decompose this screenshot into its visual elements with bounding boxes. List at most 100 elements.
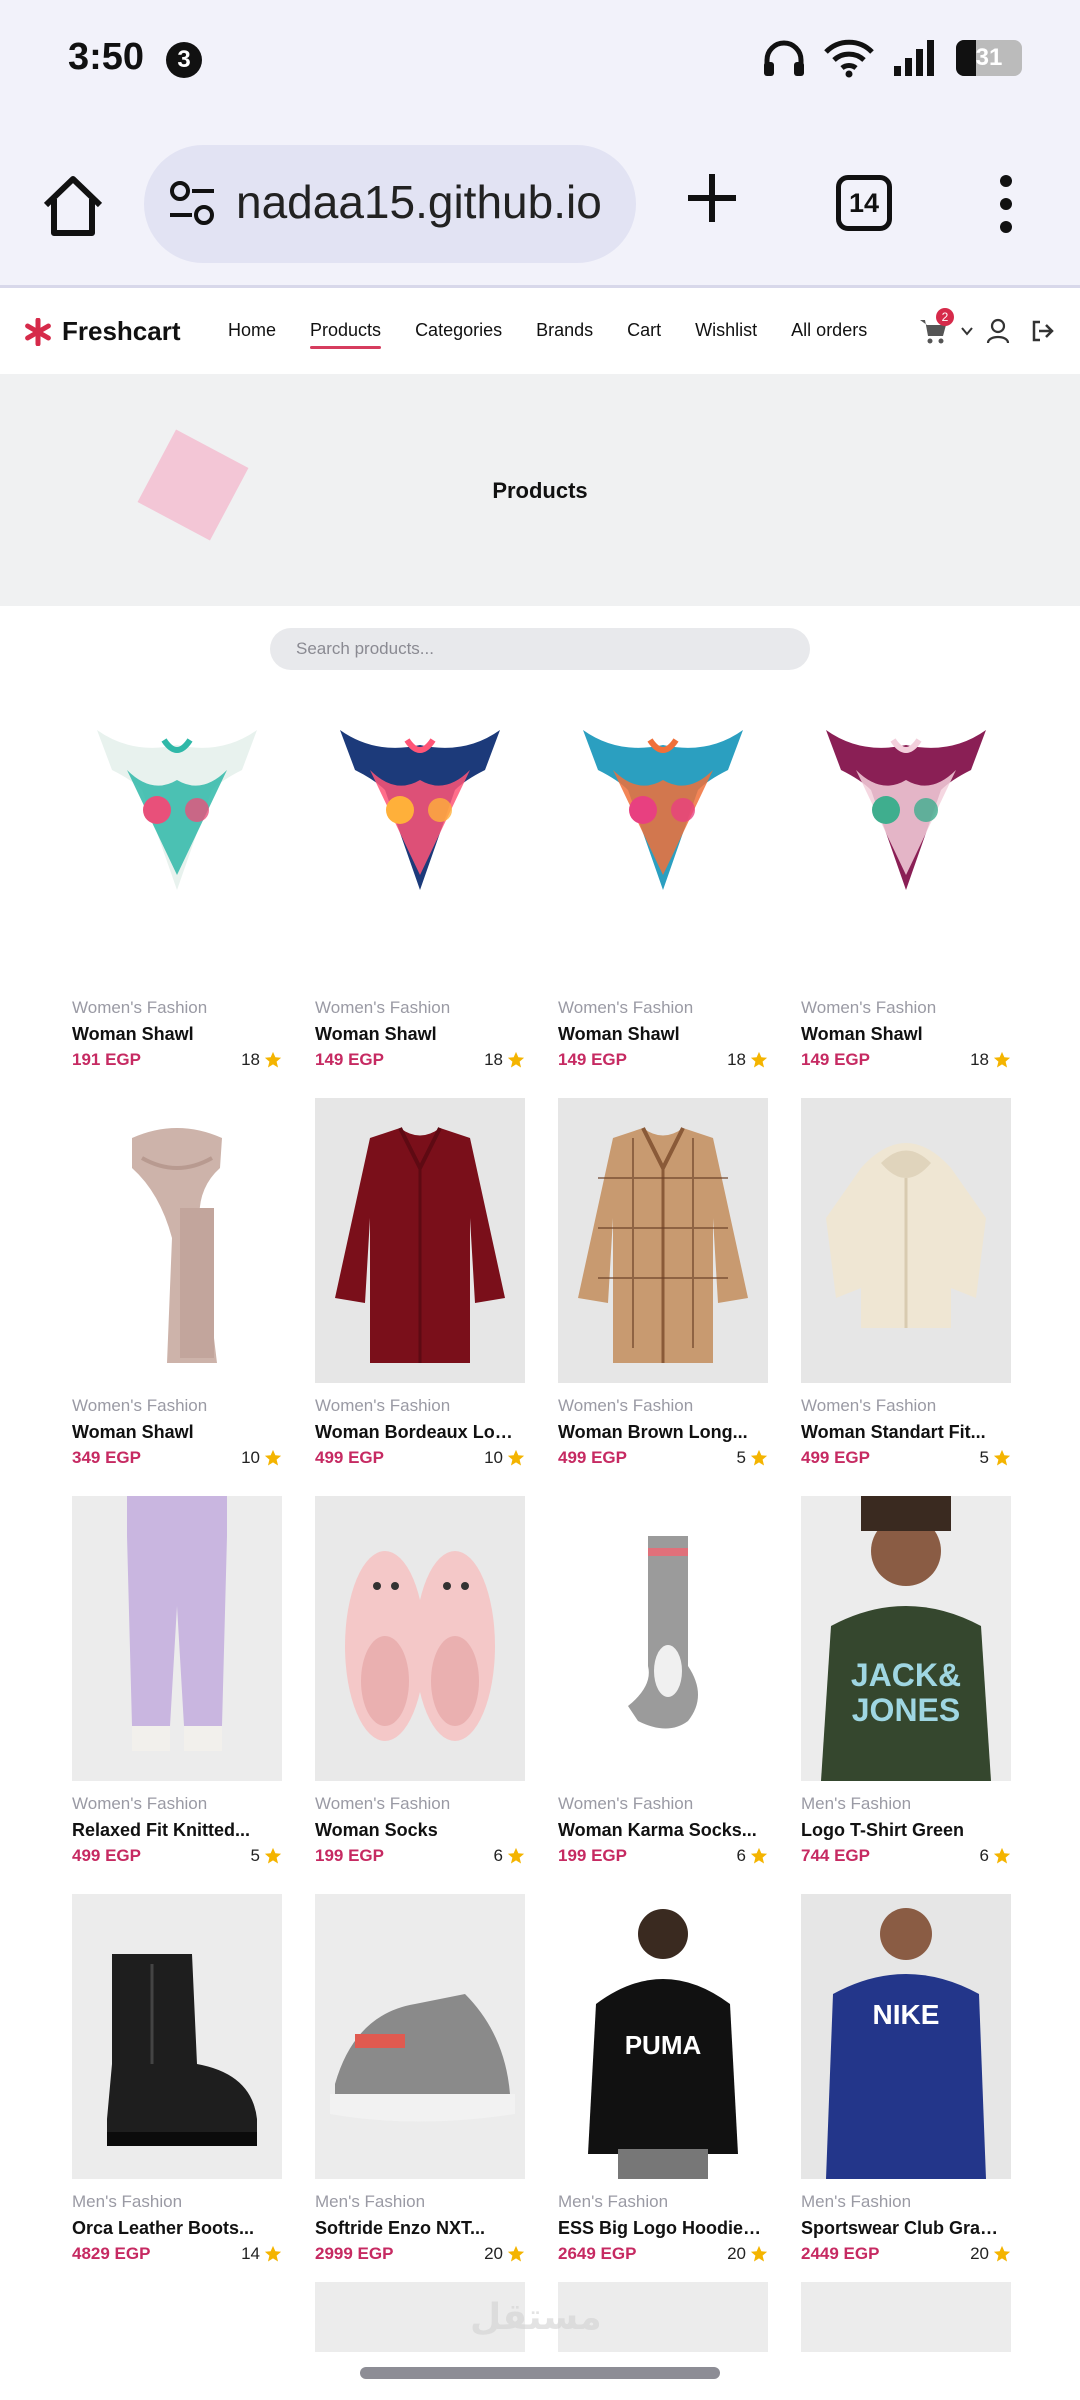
product-image[interactable]	[801, 1098, 1011, 1383]
gesture-handle[interactable]	[360, 2367, 720, 2379]
page-title: Products	[492, 478, 588, 503]
nav-link-products[interactable]: Products	[310, 320, 382, 349]
product-image[interactable]	[72, 700, 282, 985]
product-card[interactable]: Women's Fashion Woman Shawl 149 EGP 18	[315, 700, 525, 1069]
product-image[interactable]	[315, 1098, 525, 1383]
product-rating: 20	[484, 2244, 525, 2264]
product-title[interactable]: Softride Enzo NXT...	[315, 2218, 520, 2239]
product-image[interactable]: PUMA	[558, 1894, 768, 2179]
product-card[interactable]: Women's Fashion Woman Shawl 149 EGP 18	[558, 700, 768, 1069]
chevron-down-icon[interactable]	[960, 324, 974, 338]
tab-switcher-button[interactable]: 14	[836, 175, 892, 231]
product-title[interactable]: Relaxed Fit Knitted...	[72, 1820, 277, 1841]
product-image[interactable]	[72, 1098, 282, 1383]
product-title[interactable]: Woman Standart Fit...	[801, 1422, 1006, 1443]
watermark: مستقل	[470, 2296, 602, 2337]
site-settings-icon[interactable]	[168, 181, 216, 227]
product-image[interactable]	[801, 700, 1011, 985]
nav-link-home[interactable]: Home	[228, 320, 276, 341]
battery-icon: 31	[956, 40, 1022, 76]
cart-button[interactable]: 2	[918, 308, 954, 346]
product-image[interactable]	[315, 700, 525, 985]
rating-count: 18	[484, 1050, 503, 1069]
product-image[interactable]	[558, 1098, 768, 1383]
product-rating: 14	[241, 2244, 282, 2264]
knit-scarf-icon	[132, 1128, 222, 1363]
star-icon	[750, 2245, 768, 2262]
burgundy-shirt-icon	[335, 1127, 505, 1363]
product-card[interactable]: Women's Fashion Woman Karma Socks... 199…	[558, 1496, 768, 1865]
home-icon[interactable]	[38, 171, 108, 241]
nav-link-all-orders[interactable]: All orders	[791, 320, 867, 341]
product-rating: 5	[980, 1448, 1011, 1468]
rating-count: 6	[493, 1846, 503, 1865]
product-rating: 18	[484, 1050, 525, 1070]
product-image[interactable]: JACK& JONES	[801, 1496, 1011, 1781]
logout-icon[interactable]	[1030, 319, 1056, 343]
product-title[interactable]: ESS Big Logo Hoodie TR...	[558, 2218, 763, 2239]
brand-logo[interactable]: Freshcart	[24, 316, 181, 347]
product-image[interactable]	[72, 1496, 282, 1781]
headphones-icon	[764, 40, 804, 76]
lilac-joggers-icon	[127, 1496, 227, 1751]
new-tab-icon[interactable]	[684, 170, 740, 226]
product-card[interactable]: Women's Fashion Woman Shawl 149 EGP 18	[801, 700, 1011, 1069]
search-input[interactable]	[270, 628, 810, 670]
more-options-icon[interactable]	[994, 175, 1018, 233]
product-image[interactable]: NIKE	[801, 1894, 1011, 2179]
star-icon	[264, 2245, 282, 2262]
product-title[interactable]: Woman Socks	[315, 1820, 520, 1841]
product-image[interactable]	[558, 700, 768, 985]
product-card[interactable]: PUMA Men's Fashion ESS Big Logo Hoodie T…	[558, 1894, 768, 2263]
product-title[interactable]: Orca Leather Boots...	[72, 2218, 277, 2239]
nav-link-cart[interactable]: Cart	[627, 320, 661, 341]
product-price: 4829 EGP	[72, 2244, 151, 2263]
product-title[interactable]: Woman Shawl	[72, 1024, 277, 1045]
product-category: Women's Fashion	[72, 1396, 208, 1415]
product-image[interactable]	[315, 1894, 525, 2179]
screen: { "status": {"time": "3:50", "notificati…	[0, 0, 1080, 2400]
black-hoodie-icon: PUMA	[588, 1909, 738, 2179]
product-price: 499 EGP	[801, 1448, 870, 1467]
product-title[interactable]: Woman Karma Socks...	[558, 1820, 763, 1841]
product-category: Women's Fashion	[72, 998, 208, 1017]
product-price: 149 EGP	[558, 1050, 627, 1069]
product-title[interactable]: Sportswear Club Graphi...	[801, 2218, 1006, 2239]
product-card[interactable]: Women's Fashion Woman Brown Long... 499 …	[558, 1098, 768, 1467]
product-image[interactable]	[72, 1894, 282, 2179]
scarf-teal-icon	[583, 730, 743, 890]
product-card[interactable]: Women's Fashion Woman Standart Fit... 49…	[801, 1098, 1011, 1467]
svg-text:NIKE: NIKE	[873, 1999, 940, 2030]
product-title[interactable]: Woman Shawl	[558, 1024, 763, 1045]
product-card[interactable]: Women's Fashion Relaxed Fit Knitted... 4…	[72, 1496, 282, 1865]
product-card[interactable]: Women's Fashion Woman Shawl 349 EGP 10	[72, 1098, 282, 1467]
product-card[interactable]: Women's Fashion Woman Shawl 191 EGP 18	[72, 700, 282, 1069]
product-image[interactable]	[315, 1496, 525, 1781]
product-price: 2449 EGP	[801, 2244, 880, 2263]
nav-link-brands[interactable]: Brands	[536, 320, 593, 341]
rating-count: 5	[736, 1448, 746, 1467]
product-price: 2999 EGP	[315, 2244, 394, 2263]
product-image-partial[interactable]	[801, 2282, 1011, 2352]
product-image[interactable]	[558, 1496, 768, 1781]
address-bar[interactable]: nadaa15.github.io	[144, 145, 636, 263]
product-title[interactable]: Woman Shawl	[72, 1422, 277, 1443]
user-icon[interactable]	[986, 318, 1010, 344]
nav-link-categories[interactable]: Categories	[415, 320, 502, 341]
product-title[interactable]: Woman Shawl	[801, 1024, 1006, 1045]
product-card[interactable]: Women's Fashion Woman Bordeaux Long... 4…	[315, 1098, 525, 1467]
product-card[interactable]: Men's Fashion Softride Enzo NXT... 2999 …	[315, 1894, 525, 2263]
product-card[interactable]: Men's Fashion Orca Leather Boots... 4829…	[72, 1894, 282, 2263]
product-title[interactable]: Woman Shawl	[315, 1024, 520, 1045]
product-title[interactable]: Logo T-Shirt Green	[801, 1820, 1006, 1841]
product-card[interactable]: Women's Fashion Woman Socks 199 EGP 6	[315, 1496, 525, 1865]
nav-link-wishlist[interactable]: Wishlist	[695, 320, 757, 341]
rating-count: 18	[727, 1050, 746, 1069]
product-category: Men's Fashion	[801, 2192, 912, 2211]
product-title[interactable]: Woman Bordeaux Long...	[315, 1422, 520, 1443]
product-card[interactable]: JACK& JONES Men's Fashion Logo T-Shirt Gr…	[801, 1496, 1011, 1865]
status-bar: 3:50 3 31	[0, 0, 1080, 125]
product-title[interactable]: Woman Brown Long...	[558, 1422, 763, 1443]
asterisk-icon	[25, 317, 51, 346]
product-card[interactable]: NIKE Men's Fashion Sportswear Club Graph…	[801, 1894, 1011, 2263]
